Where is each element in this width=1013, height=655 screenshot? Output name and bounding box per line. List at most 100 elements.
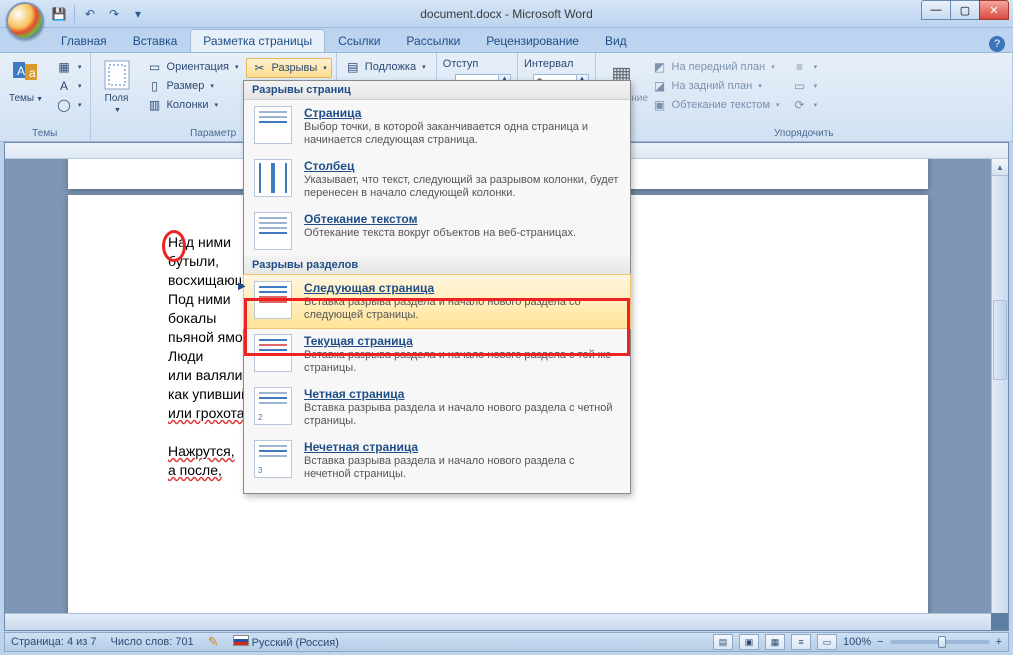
status-word-count[interactable]: Число слов: 701 [111, 636, 194, 648]
view-draft-button[interactable]: ▭ [817, 634, 837, 650]
office-button[interactable] [6, 2, 44, 40]
break-odd-page-icon: 3 [254, 440, 292, 478]
quick-access-toolbar: 💾 ↶ ↷ ▾ [48, 3, 149, 25]
qat-customize-icon[interactable]: ▾ [127, 3, 149, 25]
vertical-scrollbar[interactable]: ▲ [991, 159, 1008, 613]
fonts-icon: A [56, 78, 72, 94]
columns-icon: ▥ [147, 97, 163, 113]
group-arrange: ▦ Положение▼ ◩На передний план▾ ◪На задн… [596, 53, 1013, 141]
status-bar: Страница: 4 из 7 Число слов: 701 ✎ Русск… [4, 632, 1009, 652]
orientation-icon: ▭ [147, 59, 163, 75]
break-odd-page-item[interactable]: 3 Нечетная страницаВставка разрыва разде… [244, 434, 630, 487]
view-print-layout-button[interactable]: ▤ [713, 634, 733, 650]
zoom-out-button[interactable]: − [877, 636, 883, 648]
margins-label: Поля▼ [105, 93, 129, 116]
orientation-button[interactable]: ▭Ориентация▾ [143, 58, 243, 76]
rotate-icon: ⟳ [792, 97, 808, 113]
theme-colors-button[interactable]: ▦▾ [52, 58, 86, 76]
break-even-page-desc: Вставка разрыва раздела и начало нового … [304, 402, 620, 428]
watermark-button[interactable]: ▤Подложка▾ [341, 58, 430, 76]
selection-arrow-icon: ▶ [238, 281, 246, 292]
qat-undo-icon[interactable]: ↶ [79, 3, 101, 25]
break-next-page-icon [254, 281, 292, 319]
margins-button[interactable]: Поля▼ [95, 55, 139, 126]
maximize-button[interactable]: ▢ [950, 0, 980, 20]
align-button[interactable]: ≡▾ [788, 58, 822, 76]
break-even-page-item[interactable]: 2 Четная страницаВставка разрыва раздела… [244, 381, 630, 434]
window-controls: — ▢ ✕ [922, 0, 1009, 20]
scroll-up-button[interactable]: ▲ [992, 159, 1008, 176]
margins-icon [101, 59, 133, 91]
view-full-screen-button[interactable]: ▣ [739, 634, 759, 650]
group-themes: Aa Темы▼ ▦▾ A▾ ◯▾ Темы [0, 53, 91, 141]
breaks-icon: ✂ [251, 60, 267, 76]
themes-button[interactable]: Aa Темы▼ [4, 55, 48, 126]
ribbon-tabs: Главная Вставка Разметка страницы Ссылки… [0, 28, 1013, 52]
theme-effects-button[interactable]: ◯▾ [52, 96, 86, 114]
tab-page-layout[interactable]: Разметка страницы [190, 29, 325, 52]
break-wrap-icon [254, 212, 292, 250]
columns-button[interactable]: ▥Колонки▾ [143, 96, 243, 114]
zoom-slider[interactable] [890, 640, 990, 644]
break-continuous-item[interactable]: Текущая страницаВставка разрыва раздела … [244, 328, 630, 381]
break-continuous-desc: Вставка разрыва раздела и начало нового … [304, 349, 620, 375]
break-next-page-desc: Вставка разрыва раздела и начало нового … [304, 296, 620, 322]
theme-fonts-button[interactable]: A▾ [52, 77, 86, 95]
breaks-button[interactable]: ✂Разрывы▾ [246, 58, 331, 78]
text-wrap-button[interactable]: ▣Обтекание текстом▾ [648, 96, 784, 114]
zoom-slider-handle[interactable] [938, 636, 946, 648]
scroll-thumb[interactable] [993, 300, 1007, 380]
effects-icon: ◯ [56, 97, 72, 113]
bring-forward-button[interactable]: ◩На передний план▾ [648, 58, 784, 76]
horizontal-scrollbar[interactable] [5, 613, 991, 630]
break-page-icon [254, 106, 292, 144]
themes-icon: Aa [10, 59, 42, 91]
size-icon: ▯ [147, 78, 163, 94]
minimize-button[interactable]: — [921, 0, 951, 20]
breaks-section-sections: Разрывы разделов [244, 256, 630, 275]
send-backward-icon: ◪ [652, 78, 668, 94]
view-outline-button[interactable]: ≡ [791, 634, 811, 650]
zoom-percent[interactable]: 100% [843, 636, 871, 648]
svg-text:a: a [29, 66, 36, 80]
status-language[interactable]: Русский (Россия) [233, 635, 339, 649]
cursor-annotation: Н [168, 234, 178, 250]
close-button[interactable]: ✕ [979, 0, 1009, 20]
svg-text:A: A [17, 64, 25, 78]
tab-home[interactable]: Главная [48, 29, 120, 52]
break-page-title: Страница [304, 106, 620, 120]
flag-icon [233, 635, 249, 646]
break-column-icon [254, 159, 292, 197]
breaks-section-pages: Разрывы страниц [244, 81, 630, 100]
bring-forward-icon: ◩ [652, 59, 668, 75]
qat-save-icon[interactable]: 💾 [48, 3, 70, 25]
break-wrap-item[interactable]: Обтекание текстомОбтекание текста вокруг… [244, 206, 630, 256]
break-column-item[interactable]: СтолбецУказывает, что текст, следующий з… [244, 153, 630, 206]
zoom-in-button[interactable]: + [996, 636, 1002, 648]
tab-references[interactable]: Ссылки [325, 29, 393, 52]
tab-insert[interactable]: Вставка [120, 29, 191, 52]
proofing-icon[interactable]: ✎ [208, 634, 219, 650]
align-icon: ≡ [792, 59, 808, 75]
tab-view[interactable]: Вид [592, 29, 640, 52]
break-page-desc: Выбор точки, в которой заканчивается одн… [304, 121, 620, 147]
break-next-page-item[interactable]: ▶ Следующая страницаВставка разрыва разд… [244, 275, 630, 328]
break-odd-page-desc: Вставка разрыва раздела и начало нового … [304, 455, 620, 481]
qat-redo-icon[interactable]: ↷ [103, 3, 125, 25]
group-themes-label: Темы [4, 126, 86, 141]
view-web-layout-button[interactable]: ▦ [765, 634, 785, 650]
help-icon[interactable]: ? [989, 36, 1005, 52]
send-backward-button[interactable]: ◪На задний план▾ [648, 77, 784, 95]
tab-mailings[interactable]: Рассылки [393, 29, 473, 52]
break-next-page-title: Следующая страница [304, 281, 620, 295]
breaks-dropdown-menu: Разрывы страниц СтраницаВыбор точки, в к… [243, 80, 631, 494]
break-continuous-icon [254, 334, 292, 372]
break-column-title: Столбец [304, 159, 620, 173]
tab-review[interactable]: Рецензирование [473, 29, 592, 52]
break-page-item[interactable]: СтраницаВыбор точки, в которой заканчива… [244, 100, 630, 153]
status-page[interactable]: Страница: 4 из 7 [11, 636, 97, 648]
spacing-heading: Интервал [524, 58, 589, 70]
group-objects-button[interactable]: ▭▾ [788, 77, 822, 95]
rotate-button[interactable]: ⟳▾ [788, 96, 822, 114]
size-button[interactable]: ▯Размер▾ [143, 77, 243, 95]
